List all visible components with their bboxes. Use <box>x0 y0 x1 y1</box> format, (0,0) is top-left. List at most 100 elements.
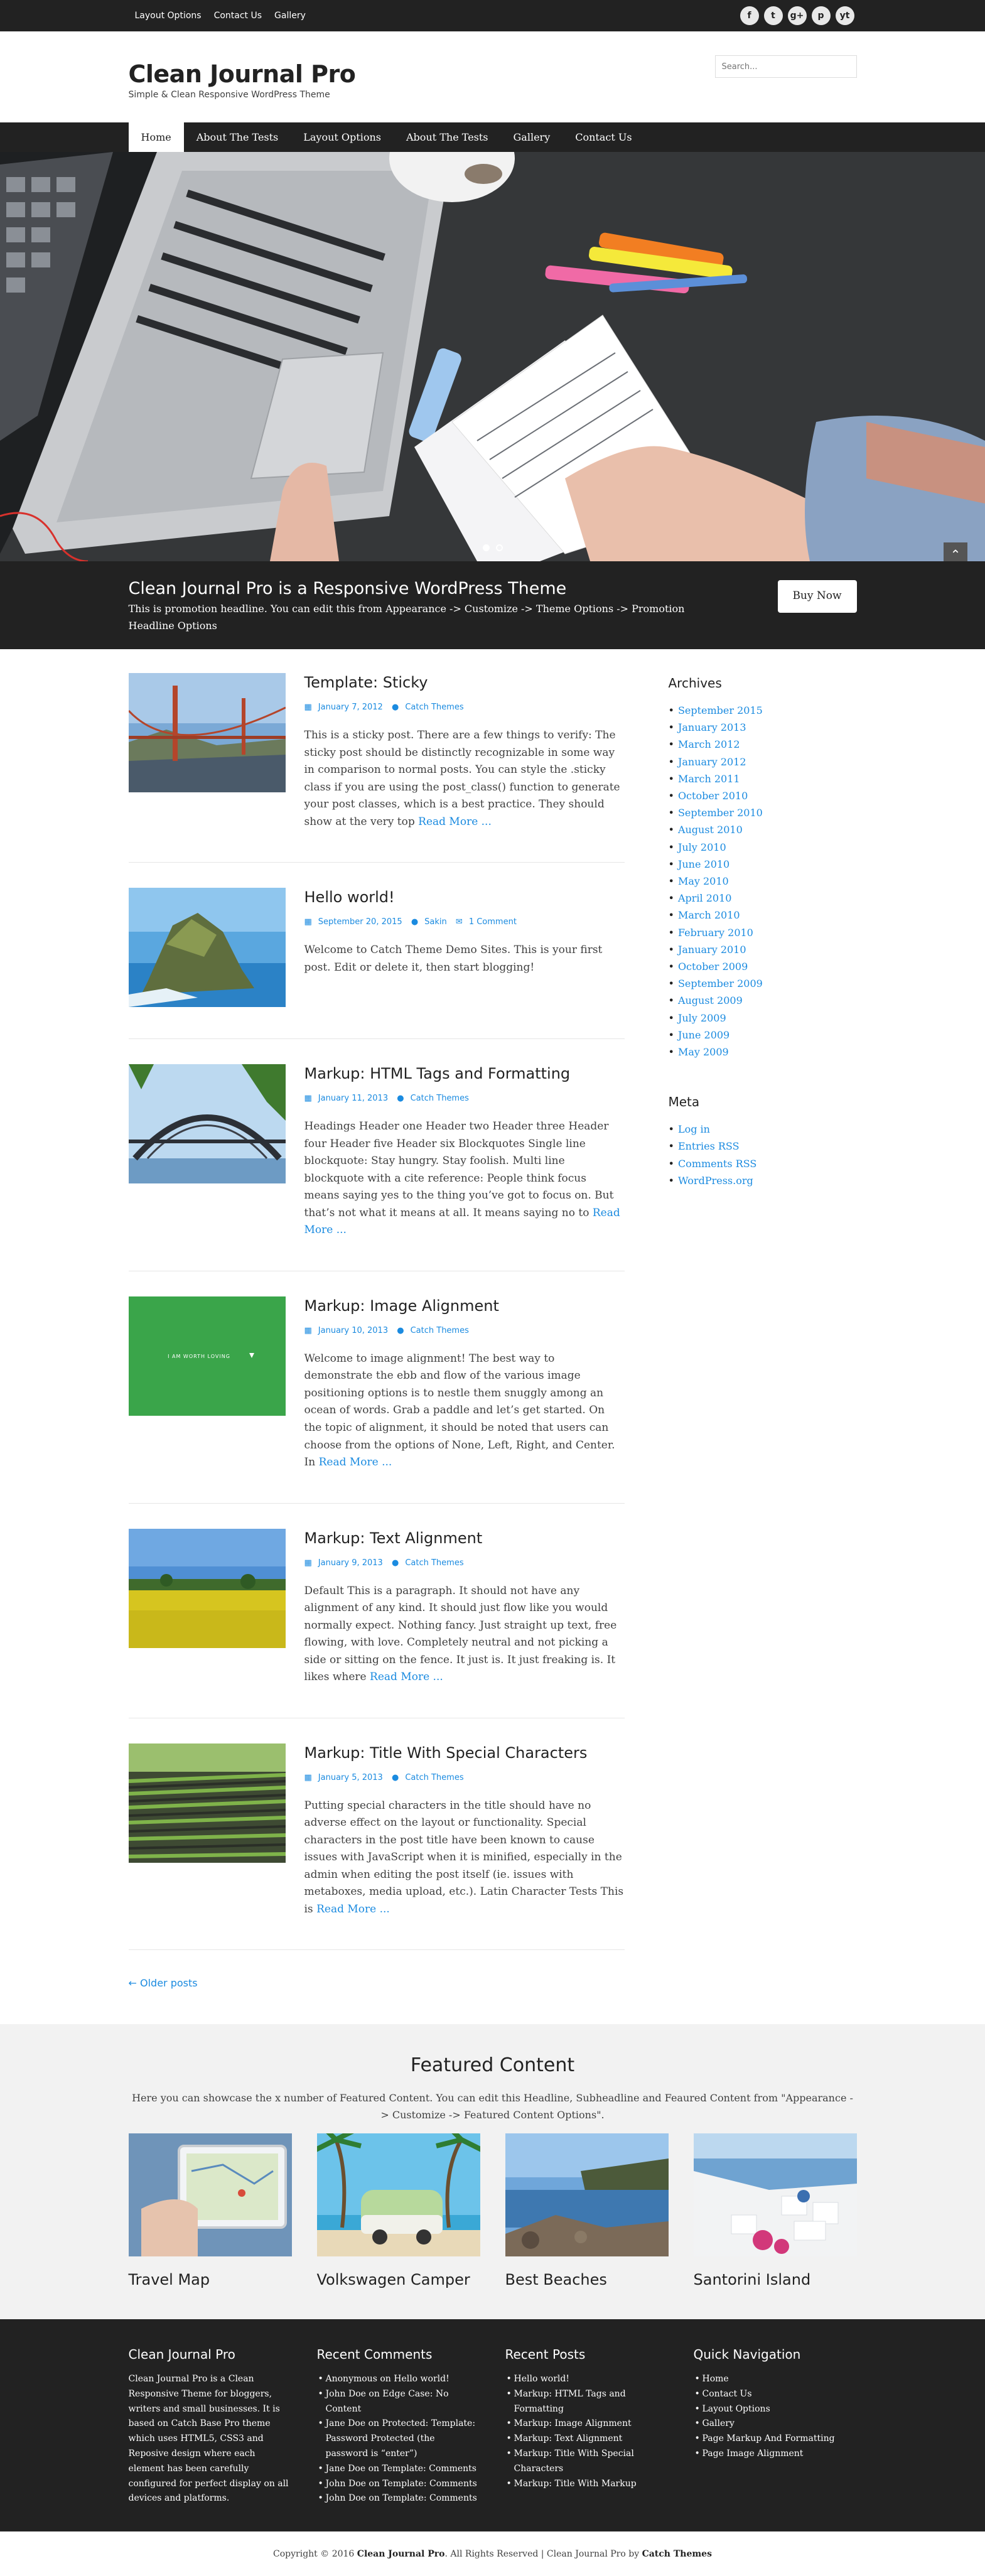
comments-rss-link[interactable]: Comments RSS <box>678 1158 756 1170</box>
archive-link[interactable]: April 2010 <box>678 892 731 904</box>
quick-nav-item[interactable]: Gallery <box>694 2417 857 2432</box>
featured-item-title[interactable]: Volkswagen Camper <box>317 2268 480 2292</box>
nav-about-the-tests[interactable]: About The Tests <box>184 122 291 152</box>
post-date[interactable]: January 11, 2013 <box>318 1094 388 1103</box>
featured-image[interactable] <box>128 2133 292 2257</box>
youtube-icon[interactable]: yt <box>835 6 854 25</box>
top-menu-gallery[interactable]: Gallery <box>268 9 312 23</box>
archive-link[interactable]: September 2015 <box>678 704 763 716</box>
read-more-link[interactable]: Read More ... <box>418 816 492 828</box>
post-date[interactable]: September 20, 2015 <box>318 917 402 927</box>
archive-link[interactable]: May 2009 <box>678 1046 729 1058</box>
post-thumbnail[interactable] <box>128 1528 286 1648</box>
top-menu-layout-options[interactable]: Layout Options <box>129 9 208 23</box>
post-date[interactable]: January 7, 2012 <box>318 703 383 712</box>
archive-link[interactable]: January 2013 <box>678 721 746 733</box>
archive-link[interactable]: May 2010 <box>678 875 729 887</box>
post-author[interactable]: Catch Themes <box>405 703 463 712</box>
slider-dot-1[interactable] <box>482 544 490 551</box>
archive-link[interactable]: March 2012 <box>678 738 740 750</box>
featured-item-title[interactable]: Travel Map <box>129 2268 292 2292</box>
recent-post-item[interactable]: Markup: Title With Markup <box>505 2477 669 2492</box>
scroll-up-icon[interactable]: ⌃ <box>944 542 967 561</box>
post-title[interactable]: Markup: HTML Tags and Formatting <box>304 1064 625 1084</box>
recent-post-item[interactable]: Markup: HTML Tags and Formatting <box>505 2387 669 2417</box>
recent-comment-item[interactable]: Jane Doe on Protected: Template: Passwor… <box>317 2417 480 2461</box>
featured-item-title[interactable]: Santorini Island <box>694 2268 857 2292</box>
featured-image[interactable] <box>693 2133 857 2257</box>
archive-link[interactable]: March 2011 <box>678 773 740 785</box>
post-thumbnail[interactable] <box>128 1743 286 1863</box>
archive-link[interactable]: June 2010 <box>678 858 729 870</box>
nav-layout-options[interactable]: Layout Options <box>291 122 394 152</box>
google-plus-icon[interactable]: g+ <box>787 6 807 25</box>
wordpress-org-link[interactable]: WordPress.org <box>678 1175 753 1187</box>
post-title[interactable]: Hello world! <box>304 888 625 907</box>
quick-nav-item[interactable]: Page Image Alignment <box>694 2447 857 2462</box>
featured-item-title[interactable]: Best Beaches <box>505 2268 669 2292</box>
recent-comment-item[interactable]: Jane Doe on Template: Comments <box>317 2462 480 2477</box>
post-author[interactable]: Catch Themes <box>405 1558 463 1568</box>
archive-link[interactable]: July 2010 <box>678 841 726 853</box>
post-comments[interactable]: 1 Comment <box>469 917 517 927</box>
archive-link[interactable]: March 2010 <box>678 909 740 921</box>
archive-link[interactable]: September 2010 <box>678 807 763 819</box>
recent-comment-item[interactable]: John Doe on Template: Comments <box>317 2491 480 2506</box>
recent-comment-item[interactable]: John Doe on Template: Comments <box>317 2477 480 2492</box>
archive-link[interactable]: February 2010 <box>678 927 753 939</box>
post-date[interactable]: January 5, 2013 <box>318 1773 383 1782</box>
featured-image[interactable] <box>316 2133 480 2257</box>
read-more-link[interactable]: Read More ... <box>319 1456 392 1469</box>
hero-slider[interactable]: ⌃ <box>0 152 985 561</box>
quick-nav-item[interactable]: Page Markup And Formatting <box>694 2432 857 2447</box>
pinterest-icon[interactable]: p <box>811 6 831 25</box>
quick-nav-item[interactable]: Layout Options <box>694 2402 857 2417</box>
entries-rss-link[interactable]: Entries RSS <box>678 1140 740 1152</box>
post-author[interactable]: Sakin <box>424 917 447 927</box>
post-title[interactable]: Template: Sticky <box>304 673 625 693</box>
copyright-site-link[interactable]: Clean Journal Pro <box>357 2547 445 2561</box>
post-author[interactable]: Catch Themes <box>405 1773 463 1782</box>
nav-contact-us[interactable]: Contact Us <box>562 122 644 152</box>
post-thumbnail[interactable] <box>128 888 286 1008</box>
copyright-author-link[interactable]: Catch Themes <box>642 2547 712 2561</box>
nav-gallery[interactable]: Gallery <box>501 122 563 152</box>
archive-link[interactable]: June 2009 <box>678 1029 729 1041</box>
slider-dot-2[interactable] <box>495 544 503 551</box>
recent-comment-item[interactable]: John Doe on Edge Case: No Content <box>317 2387 480 2417</box>
archive-link[interactable]: August 2009 <box>678 994 743 1006</box>
post-author[interactable]: Catch Themes <box>411 1094 469 1103</box>
search-input[interactable] <box>714 55 857 78</box>
post-thumbnail[interactable] <box>128 673 286 792</box>
archive-link[interactable]: August 2010 <box>678 824 743 836</box>
recent-comment-item[interactable]: Anonymous on Hello world! <box>317 2372 480 2387</box>
post-date[interactable]: January 10, 2013 <box>318 1326 388 1335</box>
featured-image[interactable] <box>505 2133 669 2257</box>
post-title[interactable]: Markup: Image Alignment <box>304 1296 625 1316</box>
buy-now-button[interactable]: Buy Now <box>777 580 857 613</box>
nav-home[interactable]: Home <box>128 122 184 152</box>
twitter-icon[interactable]: t <box>763 6 783 25</box>
log-in-link[interactable]: Log in <box>678 1123 710 1135</box>
quick-nav-item[interactable]: Contact Us <box>694 2387 857 2402</box>
post-date[interactable]: January 9, 2013 <box>318 1558 383 1568</box>
archive-link[interactable]: January 2010 <box>678 944 746 956</box>
recent-post-item[interactable]: Hello world! <box>505 2372 669 2387</box>
archive-link[interactable]: July 2009 <box>678 1012 726 1024</box>
recent-post-item[interactable]: Markup: Image Alignment <box>505 2417 669 2432</box>
archive-link[interactable]: October 2010 <box>678 790 748 802</box>
read-more-link[interactable]: Read More ... <box>370 1671 443 1683</box>
archive-link[interactable]: October 2009 <box>678 961 748 973</box>
post-title[interactable]: Markup: Text Alignment <box>304 1529 625 1548</box>
facebook-icon[interactable]: f <box>740 6 759 25</box>
post-thumbnail[interactable]: I AM WORTH LOVING <box>128 1296 286 1416</box>
post-author[interactable]: Catch Themes <box>411 1326 469 1335</box>
archive-link[interactable]: January 2012 <box>678 756 746 768</box>
recent-post-item[interactable]: Markup: Title With Special Characters <box>505 2447 669 2477</box>
archive-link[interactable]: September 2009 <box>678 978 763 989</box>
post-title[interactable]: Markup: Title With Special Characters <box>304 1743 625 1763</box>
quick-nav-item[interactable]: Home <box>694 2372 857 2387</box>
read-more-link[interactable]: Read More ... <box>316 1903 390 1916</box>
older-posts-link[interactable]: ← Older posts <box>129 1975 625 1991</box>
recent-post-item[interactable]: Markup: Text Alignment <box>505 2432 669 2447</box>
